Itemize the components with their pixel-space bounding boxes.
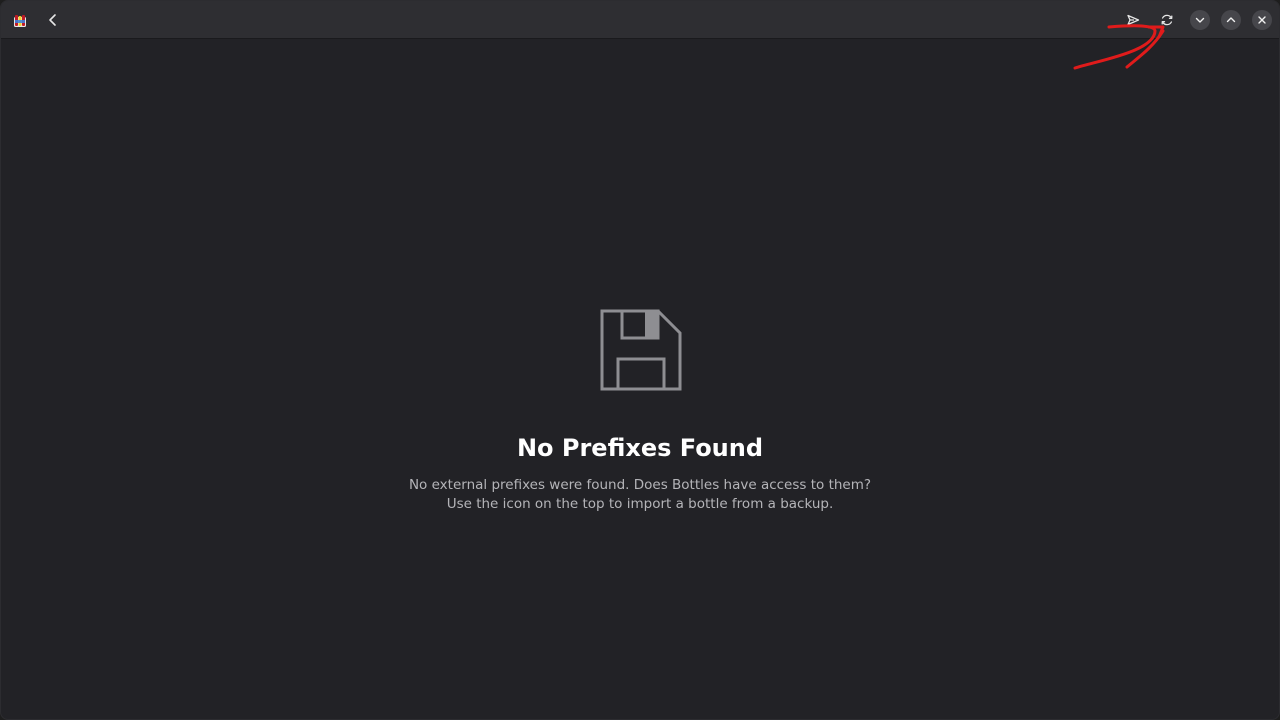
back-button[interactable] xyxy=(40,7,66,33)
refresh-icon xyxy=(1160,13,1174,27)
chevron-down-icon xyxy=(1194,11,1206,30)
import-button[interactable] xyxy=(1120,7,1146,33)
empty-state-title: No Prefixes Found xyxy=(516,434,764,462)
close-icon xyxy=(1256,11,1268,30)
chevron-left-icon xyxy=(46,13,60,27)
header-bar xyxy=(1,1,1279,39)
description-line-1: No external prefixes were found. Does Bo… xyxy=(408,477,872,493)
description-line-2: Use the icon on the top to import a bott… xyxy=(446,496,834,512)
bottles-app-icon xyxy=(13,13,27,27)
minimize-button[interactable] xyxy=(1190,10,1210,30)
refresh-button[interactable] xyxy=(1154,7,1180,33)
send-icon xyxy=(1126,13,1140,27)
app-window: No Prefixes Found No external prefixes w… xyxy=(0,0,1280,720)
empty-state: No Prefixes Found No external prefixes w… xyxy=(1,39,1279,719)
maximize-button[interactable] xyxy=(1221,10,1241,30)
chevron-up-icon xyxy=(1225,11,1237,30)
floppy-disk-icon xyxy=(600,309,682,391)
empty-state-description: No external prefixes were found. Does Bo… xyxy=(1,476,1279,514)
close-button[interactable] xyxy=(1252,10,1272,30)
